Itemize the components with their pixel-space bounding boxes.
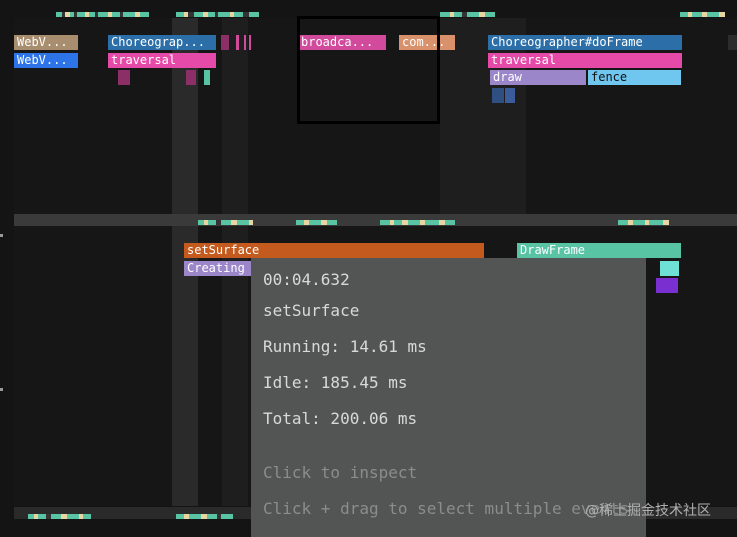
cpu-state-strip <box>380 215 490 225</box>
slice-block[interactable] <box>221 35 229 50</box>
watermark: @稀土掘金技术社区 <box>585 503 711 519</box>
slice-block[interactable] <box>492 88 504 103</box>
slice-webview[interactable]: WebV... <box>14 35 78 50</box>
slice-fence[interactable]: fence <box>588 70 681 85</box>
cpu-state-strip <box>176 509 250 519</box>
slice-choreographer[interactable]: Choreograp... <box>108 35 216 50</box>
slice-details-tooltip: 00:04.632 setSurface Running: 14.61 ms I… <box>251 258 646 537</box>
slice-creating[interactable]: Creating <box>184 261 252 276</box>
slice-block[interactable] <box>186 70 196 85</box>
tooltip-hint-inspect: Click to inspect <box>263 463 418 482</box>
track-marker <box>0 234 3 237</box>
cpu-state-strip <box>198 215 270 225</box>
cpu-state-strip <box>28 509 108 519</box>
slice-block[interactable] <box>118 70 130 85</box>
slice-block[interactable] <box>244 35 246 50</box>
tooltip-running: Running: 14.61 ms <box>263 337 427 356</box>
track-marker <box>0 388 3 391</box>
cpu-state-strip <box>440 7 520 17</box>
tooltip-slice-name: setSurface <box>263 301 360 320</box>
slice-traversal[interactable]: traversal <box>108 53 216 68</box>
tooltip-timestamp: 00:04.632 <box>263 270 350 289</box>
slice-webview[interactable]: WebV... <box>14 53 78 68</box>
cpu-state-strip <box>296 215 346 225</box>
slice-draw[interactable]: draw <box>490 70 586 85</box>
slice-block[interactable] <box>236 35 239 50</box>
slice-block[interactable] <box>656 278 678 293</box>
cpu-state-strip <box>176 7 296 17</box>
cpu-state-strip <box>56 7 168 17</box>
cpu-state-strip <box>618 215 698 225</box>
tooltip-total: Total: 200.06 ms <box>263 409 418 428</box>
slice-traversal[interactable]: traversal <box>488 53 682 68</box>
slice-block[interactable] <box>505 88 515 103</box>
slice-choreographer-doframe[interactable]: Choreographer#doFrame <box>488 35 682 50</box>
tooltip-idle: Idle: 185.45 ms <box>263 373 408 392</box>
slice-set-surface[interactable]: setSurface <box>184 243 484 258</box>
tooltip-hint-drag: Click + drag to select multiple events <box>263 499 630 518</box>
slice-block[interactable] <box>249 35 251 50</box>
slice-draw-frame[interactable]: DrawFrame <box>517 243 681 258</box>
slice-block[interactable] <box>660 261 679 276</box>
slice-block[interactable] <box>204 70 210 85</box>
cpu-state-strip <box>680 7 737 17</box>
slice-block[interactable] <box>728 35 737 50</box>
area-selection-box[interactable] <box>297 16 440 124</box>
